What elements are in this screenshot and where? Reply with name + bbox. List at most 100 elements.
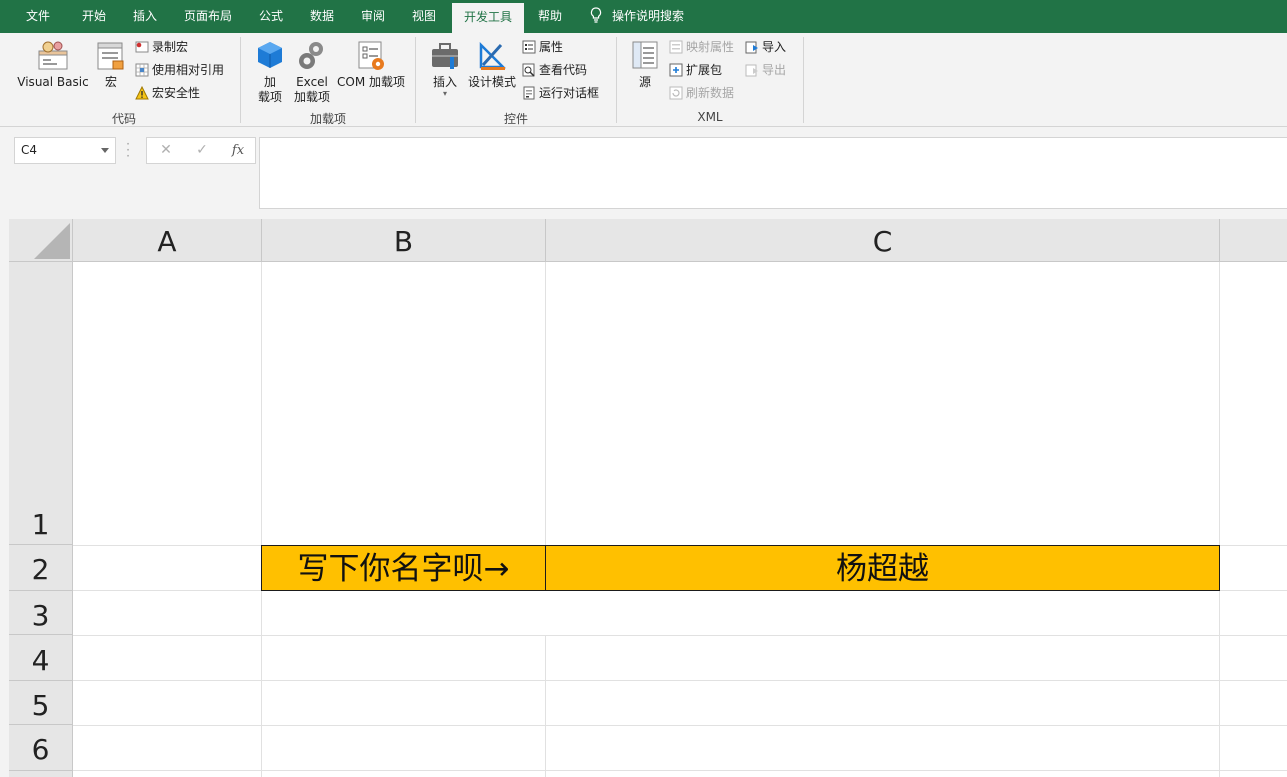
design-mode-button[interactable]: 设计模式 xyxy=(467,39,517,90)
visual-basic-button[interactable]: Visual Basic xyxy=(17,39,89,90)
gridline xyxy=(73,680,1287,681)
relative-references-label: 使用相对引用 xyxy=(152,63,225,77)
group-separator xyxy=(616,37,617,123)
tab-file[interactable]: 文件 xyxy=(14,0,62,33)
excel-addins-button[interactable]: Excel 加载项 xyxy=(291,39,333,105)
group-separator xyxy=(240,37,241,123)
column-header-c[interactable]: C xyxy=(546,219,1220,262)
row-header-2[interactable]: 2 xyxy=(9,545,73,591)
lightbulb-icon xyxy=(590,7,602,23)
run-dialog-label: 运行对话框 xyxy=(539,86,600,100)
addins-label-line1: 加 xyxy=(263,75,276,89)
excel-addins-label-line1: Excel xyxy=(296,75,328,89)
tab-home[interactable]: 开始 xyxy=(70,0,118,33)
properties-label: 属性 xyxy=(539,40,564,54)
xml-export-button[interactable]: 导出 xyxy=(745,61,786,79)
tab-review[interactable]: 审阅 xyxy=(349,0,397,33)
map-properties-button[interactable]: 映射属性 xyxy=(669,38,734,56)
warning-icon xyxy=(135,86,149,100)
addins-cube-icon xyxy=(258,42,282,68)
properties-button[interactable]: 属性 xyxy=(522,38,563,56)
expansion-packs-label: 扩展包 xyxy=(686,63,723,77)
record-macro-button[interactable]: 录制宏 xyxy=(135,38,188,56)
gridline xyxy=(545,635,546,777)
xml-import-button[interactable]: 导入 xyxy=(745,38,786,56)
row-header-4[interactable]: 4 xyxy=(9,635,73,681)
macros-button[interactable]: 宏 xyxy=(92,39,130,90)
addins-button[interactable]: 加 载项 xyxy=(253,39,287,105)
insert-control-button[interactable]: 插入 ▾ xyxy=(426,39,464,98)
resize-handle[interactable]: · · · xyxy=(126,138,130,162)
view-code-label: 查看代码 xyxy=(539,63,588,77)
tab-formulas[interactable]: 公式 xyxy=(247,0,295,33)
select-all-triangle-icon xyxy=(34,223,70,259)
row-header-6[interactable]: 6 xyxy=(9,725,73,771)
row-header-7[interactable] xyxy=(9,771,73,777)
view-code-icon xyxy=(522,63,535,77)
tab-page-layout[interactable]: 页面布局 xyxy=(176,0,240,33)
cell-b2[interactable]: 写下你名字呗→ xyxy=(261,545,546,591)
macros-icon xyxy=(97,42,124,70)
com-addins-button[interactable]: COM 加载项 xyxy=(335,39,407,90)
xml-source-label: 源 xyxy=(638,75,651,89)
macro-security-button[interactable]: 宏安全性 xyxy=(135,84,200,102)
group-label-controls: 控件 xyxy=(503,112,528,126)
gear-icon xyxy=(299,42,323,69)
tab-developer[interactable]: 开发工具 xyxy=(452,3,524,33)
tab-insert[interactable]: 插入 xyxy=(121,0,169,33)
refresh-data-label: 刷新数据 xyxy=(686,86,735,100)
group-label-addins: 加载项 xyxy=(309,112,346,126)
column-header-a[interactable]: A xyxy=(73,219,262,262)
insert-control-label: 插入 xyxy=(432,75,457,89)
cancel-icon[interactable]: ✕ xyxy=(151,138,181,163)
run-dialog-button[interactable]: 运行对话框 xyxy=(522,84,599,102)
chevron-down-icon[interactable] xyxy=(101,148,109,153)
tell-me-search[interactable]: 操作说明搜索 xyxy=(590,0,684,33)
design-mode-icon xyxy=(479,41,507,70)
row-header-3[interactable]: 3 xyxy=(9,591,73,635)
insert-function-icon[interactable]: fx xyxy=(223,138,253,163)
record-macro-label: 录制宏 xyxy=(152,40,189,54)
group-label-xml: XML xyxy=(697,110,723,124)
spreadsheet-grid: A B C 1 2 3 4 5 6 写下你名字呗→ 杨超越 xyxy=(0,219,1287,777)
view-code-button[interactable]: 查看代码 xyxy=(522,61,587,79)
group-separator xyxy=(415,37,416,123)
left-gutter xyxy=(0,219,9,777)
name-box[interactable]: C4 xyxy=(14,137,116,164)
cell-c2[interactable]: 杨超越 xyxy=(545,545,1220,591)
import-icon xyxy=(745,41,758,54)
column-header-d[interactable] xyxy=(1220,219,1287,262)
formula-bar-area: C4 · · · ✕ ✓ fx xyxy=(0,127,1287,219)
tab-data[interactable]: 数据 xyxy=(298,0,346,33)
formula-buttons: ✕ ✓ fx xyxy=(146,137,256,164)
run-dialog-icon xyxy=(523,86,535,100)
relative-references-button[interactable]: 使用相对引用 xyxy=(135,61,224,79)
row-header-5[interactable]: 5 xyxy=(9,681,73,725)
xml-export-label: 导出 xyxy=(762,63,787,77)
design-mode-label: 设计模式 xyxy=(467,75,516,89)
enter-icon[interactable]: ✓ xyxy=(187,138,217,163)
name-box-value: C4 xyxy=(21,143,38,157)
toolbox-icon xyxy=(432,43,458,69)
excel-addins-label-line2: 加载项 xyxy=(293,90,330,104)
row-header-1[interactable]: 1 xyxy=(9,262,73,545)
addins-label-line2: 载项 xyxy=(257,90,282,104)
chevron-down-icon: ▾ xyxy=(442,89,447,98)
tab-help[interactable]: 帮助 xyxy=(526,0,574,33)
tab-view[interactable]: 视图 xyxy=(400,0,448,33)
com-addins-label: COM 加载项 xyxy=(337,75,405,89)
macro-security-label: 宏安全性 xyxy=(152,86,201,100)
xml-source-icon xyxy=(632,41,658,69)
properties-icon xyxy=(522,40,536,54)
expansion-packs-icon xyxy=(669,63,683,77)
expansion-packs-button[interactable]: 扩展包 xyxy=(669,61,722,79)
com-addins-icon xyxy=(358,41,384,70)
column-header-b[interactable]: B xyxy=(262,219,546,262)
xml-import-label: 导入 xyxy=(762,40,787,54)
formula-input[interactable] xyxy=(259,137,1287,209)
xml-source-button[interactable]: 源 xyxy=(628,39,662,90)
refresh-data-button[interactable]: 刷新数据 xyxy=(669,84,734,102)
map-properties-icon xyxy=(669,40,683,54)
gridline xyxy=(261,262,262,777)
select-all-button[interactable] xyxy=(9,219,73,262)
